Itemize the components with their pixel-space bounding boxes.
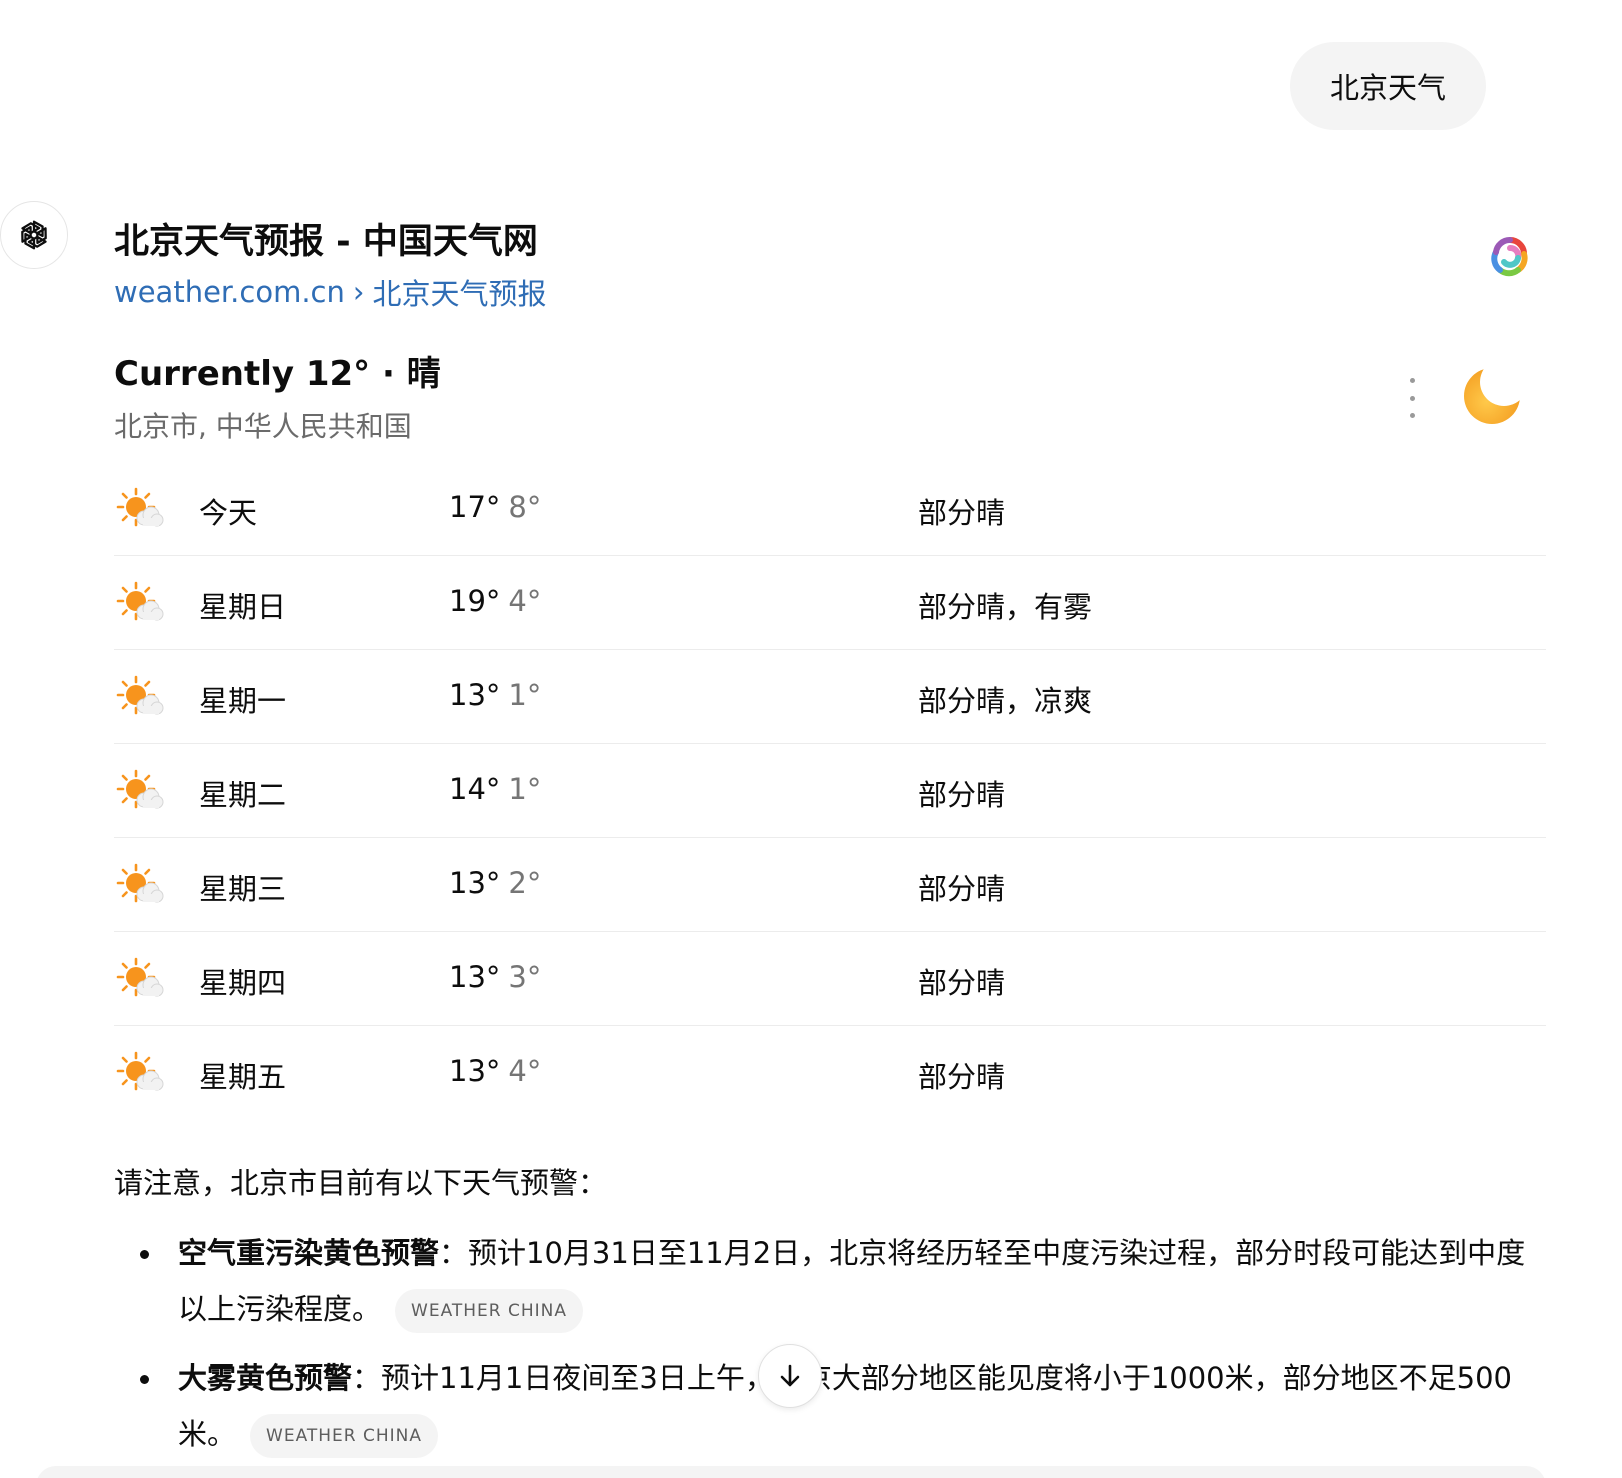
forecast-low: 4° <box>508 584 542 618</box>
bullet-dot <box>140 1250 149 1259</box>
forecast-high: 17° <box>449 490 501 524</box>
warning-separator: ： <box>352 1361 382 1395</box>
forecast-day: 星期二 <box>199 778 287 812</box>
user-message-text: 北京天气 <box>1329 71 1446 105</box>
warning-item: 空气重污染黄色预警：预计10月31日至11月2日，北京将经历轻至中度污染过程，部… <box>114 1225 1534 1337</box>
forecast-low: 1° <box>508 772 542 806</box>
warning-title: 大雾黄色预警 <box>178 1361 353 1395</box>
forecast-table: 今天 17° 8° 部分晴 星期日 19° 4° 部分晴，有雾 星期一 13° … <box>114 462 1546 1120</box>
forecast-row: 星期五 13° 4° 部分晴 <box>114 1026 1546 1120</box>
partly-sunny-icon <box>116 579 166 629</box>
forecast-row: 星期二 14° 1° 部分晴 <box>114 744 1546 838</box>
source-domain[interactable]: weather.com.cn <box>114 275 345 309</box>
forecast-condition: 部分晴 <box>918 1060 1006 1094</box>
forecast-low: 1° <box>508 678 542 712</box>
weather-source-logo-icon <box>1491 236 1528 277</box>
forecast-condition: 部分晴 <box>918 778 1006 812</box>
forecast-low: 4° <box>508 1054 542 1088</box>
forecast-high: 13° <box>449 1054 501 1088</box>
forecast-day: 星期四 <box>199 966 287 1000</box>
partly-sunny-icon <box>116 861 166 911</box>
forecast-high: 13° <box>449 678 501 712</box>
forecast-temps: 17° 8° <box>449 490 541 524</box>
arrow-down-icon <box>780 1364 800 1387</box>
forecast-condition: 部分晴 <box>918 496 1006 530</box>
citation-chip[interactable]: WEATHER CHINA <box>250 1414 439 1458</box>
citation-chip[interactable]: WEATHER CHINA <box>395 1289 584 1333</box>
forecast-day: 星期一 <box>199 684 287 718</box>
forecast-high: 13° <box>449 960 501 994</box>
forecast-row: 星期日 19° 4° 部分晴，有雾 <box>114 556 1546 650</box>
forecast-row: 今天 17° 8° 部分晴 <box>114 462 1546 556</box>
forecast-high: 13° <box>449 866 501 900</box>
forecast-condition: 部分晴 <box>918 872 1006 906</box>
forecast-high: 14° <box>449 772 501 806</box>
bullet-dot <box>140 1375 149 1384</box>
location-name: 北京市, 中华人民共和国 <box>114 410 412 443</box>
forecast-temps: 13° 2° <box>449 866 541 900</box>
forecast-day: 星期日 <box>199 590 287 624</box>
warning-separator: ： <box>439 1236 469 1270</box>
forecast-temps: 19° 4° <box>449 584 541 618</box>
assistant-avatar <box>0 201 68 269</box>
message-composer[interactable] <box>36 1466 1546 1478</box>
openai-logo-icon <box>17 219 51 251</box>
more-options-icon[interactable] <box>1402 378 1422 418</box>
chat-page: 北京天气 北京天气预报 - 中国天气网 weather.com.cn › 北京天… <box>0 0 1622 1478</box>
forecast-condition: 部分晴 <box>918 966 1006 1000</box>
warning-list: 空气重污染黄色预警：预计10月31日至11月2日，北京将经历轻至中度污染过程，部… <box>114 1225 1534 1475</box>
warning-intro: 请注意，北京市目前有以下天气预警： <box>114 1166 608 1200</box>
scroll-down-button[interactable] <box>758 1344 822 1408</box>
moon-icon <box>1464 368 1520 424</box>
partly-sunny-icon <box>116 955 166 1005</box>
source-title[interactable]: 北京天气预报 - 中国天气网 <box>114 213 538 264</box>
forecast-temps: 13° 3° <box>449 960 541 994</box>
warning-title: 空气重污染黄色预警 <box>178 1236 440 1270</box>
forecast-condition: 部分晴，凉爽 <box>918 684 1093 718</box>
forecast-day: 星期五 <box>199 1060 287 1094</box>
source-path[interactable]: 北京天气预报 <box>373 271 547 313</box>
partly-sunny-icon <box>116 767 166 817</box>
forecast-low: 8° <box>508 490 542 524</box>
forecast-temps: 13° 1° <box>449 678 541 712</box>
forecast-low: 2° <box>508 866 542 900</box>
current-conditions: Currently 12° · 晴 <box>114 354 441 394</box>
user-message-bubble: 北京天气 <box>1289 42 1486 130</box>
forecast-day: 今天 <box>199 496 258 530</box>
source-link[interactable]: weather.com.cn › 北京天气预报 <box>114 271 547 313</box>
forecast-condition: 部分晴，有雾 <box>918 590 1093 624</box>
forecast-day: 星期三 <box>199 872 287 906</box>
partly-sunny-icon <box>116 673 166 723</box>
forecast-row: 星期三 13° 2° 部分晴 <box>114 838 1546 932</box>
forecast-temps: 13° 4° <box>449 1054 541 1088</box>
forecast-low: 3° <box>508 960 542 994</box>
breadcrumb-separator: › <box>352 275 365 309</box>
forecast-row: 星期四 13° 3° 部分晴 <box>114 932 1546 1026</box>
forecast-high: 19° <box>449 584 501 618</box>
warning-item: 大雾黄色预警：预计11月1日夜间至3日上午，北京大部分地区能见度将小于1000米… <box>114 1350 1534 1462</box>
partly-sunny-icon <box>116 485 166 535</box>
forecast-temps: 14° 1° <box>449 772 541 806</box>
forecast-row: 星期一 13° 1° 部分晴，凉爽 <box>114 650 1546 744</box>
partly-sunny-icon <box>116 1049 166 1099</box>
